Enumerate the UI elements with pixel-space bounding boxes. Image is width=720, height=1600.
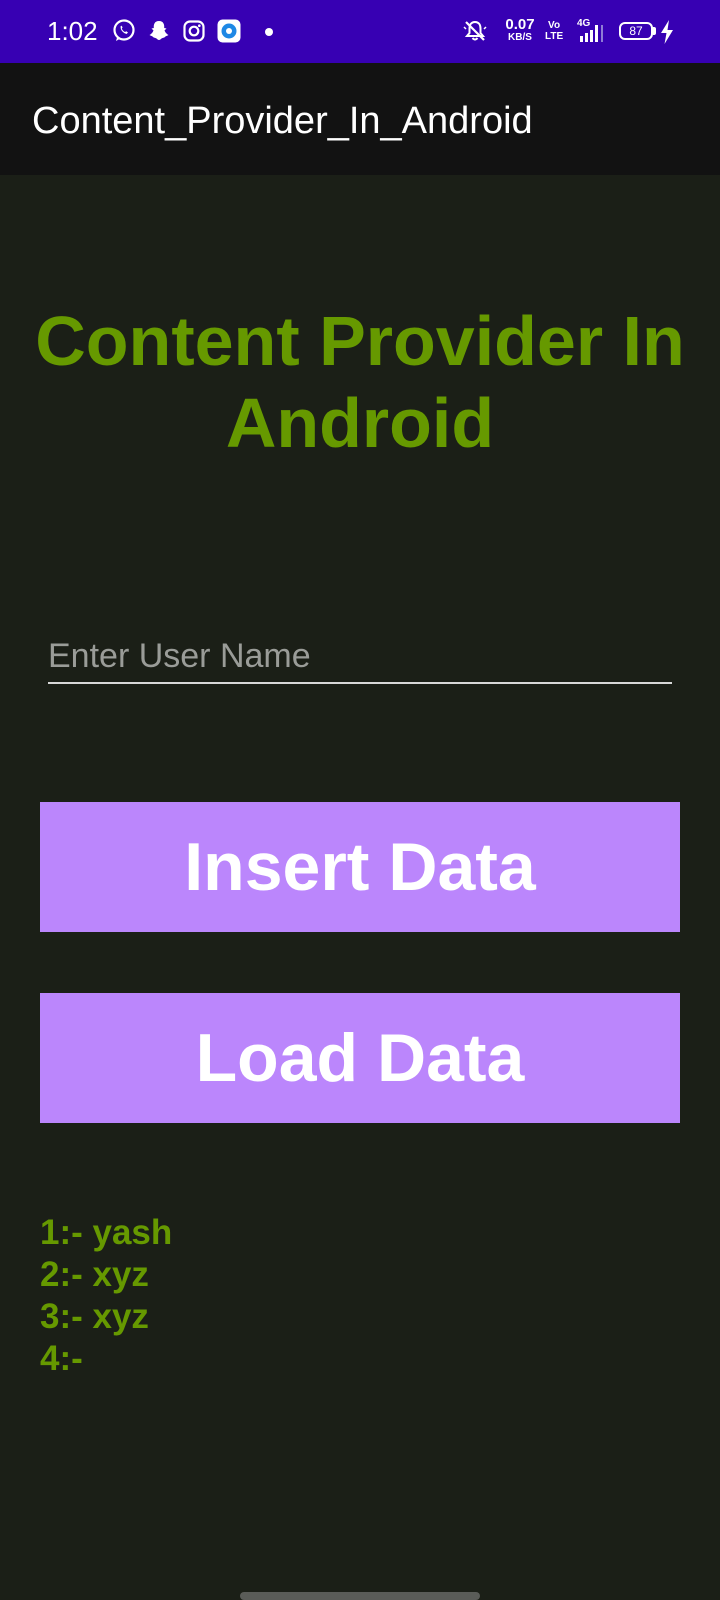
instagram-icon xyxy=(183,20,205,42)
volte-bottom-label: LTE xyxy=(545,31,564,42)
gesture-nav-handle[interactable] xyxy=(240,1592,480,1600)
app-bar: Content_Provider_In_Android xyxy=(0,63,720,175)
load-data-button[interactable]: Load Data xyxy=(40,993,680,1123)
insert-data-button[interactable]: Insert Data xyxy=(40,802,680,932)
results-list: 1:- yash 2:- xyz 3:- xyz 4:- xyxy=(40,1212,172,1380)
result-item: 4:- xyxy=(40,1339,83,1378)
network-speed-value: 0.07 xyxy=(505,16,535,33)
charging-icon xyxy=(661,20,673,44)
mute-bell-icon xyxy=(463,20,487,41)
username-input[interactable] xyxy=(48,630,672,684)
network-speed: 0.07 KB/S xyxy=(502,17,538,43)
snapchat-icon xyxy=(149,21,169,40)
status-bar: 1:02 0.07 KB/S Vo LTE 4G 87 xyxy=(0,0,720,63)
volte-indicator: Vo LTE xyxy=(545,20,563,42)
app-icon xyxy=(217,19,241,43)
status-time: 1:02 xyxy=(47,16,98,46)
battery-tip xyxy=(653,27,656,35)
app-title: Content_Provider_In_Android xyxy=(32,100,533,142)
page-heading: Content Provider In Android xyxy=(35,302,685,462)
result-item: 3:- xyz xyxy=(40,1297,149,1336)
volte-top-label: Vo xyxy=(548,20,561,31)
notification-dot xyxy=(265,28,273,36)
whatsapp-icon xyxy=(113,19,135,41)
battery-indicator: 87 xyxy=(619,22,653,40)
result-item: 2:- xyz xyxy=(40,1255,149,1294)
signal-icon xyxy=(580,25,603,42)
result-item: 1:- yash xyxy=(40,1213,173,1252)
network-speed-unit: KB/S xyxy=(508,32,532,43)
